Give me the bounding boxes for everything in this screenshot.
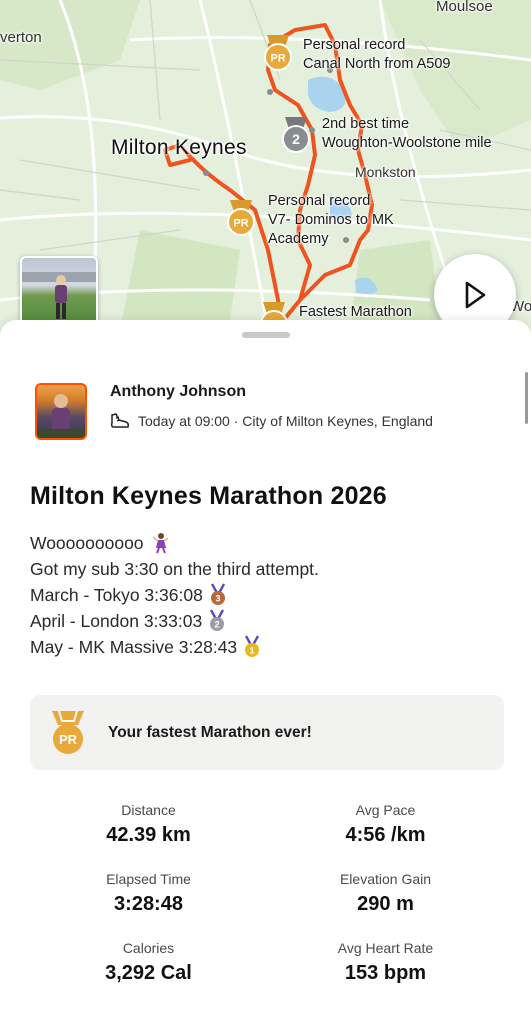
pr-medal-icon: PR xyxy=(52,710,84,754)
stat-value: 4:56 /km xyxy=(345,824,426,846)
activity-sheet[interactable]: Anthony Johnson Today at 09:00 · City of… xyxy=(0,320,531,1024)
svg-text:1: 1 xyxy=(250,646,255,656)
description-line: Got my sub 3:30 on the third attempt. xyxy=(30,556,319,582)
segment-name: Canal North from A509 xyxy=(303,56,451,72)
segment-title: Personal record xyxy=(303,37,406,53)
scrollbar[interactable] xyxy=(525,372,528,424)
description-text: March - Tokyo 3:36:08 xyxy=(30,585,203,605)
description-line: May - MK Massive 3:28:43 1 xyxy=(30,634,319,660)
map-label-monkston: Monkston xyxy=(355,164,416,180)
silver-medal-icon: 2 xyxy=(210,609,225,631)
gold-medal-icon: 1 xyxy=(245,635,260,657)
description-text: Got my sub 3:30 on the third attempt. xyxy=(30,559,319,579)
shoe-icon xyxy=(110,413,129,428)
segment-name: V7- Dominos to MK xyxy=(268,212,394,228)
description-text: April - London 3:33:03 xyxy=(30,611,203,631)
map-label-milton-keynes: Milton Keynes xyxy=(111,136,247,159)
activity-description: Woooooooooo Got my sub 3:30 on the third… xyxy=(30,530,319,660)
segment-name-cont: Academy xyxy=(268,231,329,247)
pr-medal-icon[interactable]: PR xyxy=(263,33,293,73)
stat-avg-heart-rate: Avg Heart Rate 153 bpm xyxy=(267,940,504,985)
stat-label: Elapsed Time xyxy=(106,871,191,887)
map-label-moulsoe: Moulsoe xyxy=(436,0,493,15)
stat-label: Avg Heart Rate xyxy=(337,940,434,956)
achievement-text: Your fastest Marathon ever! xyxy=(108,723,312,741)
stat-elevation-gain: Elevation Gain 290 m xyxy=(267,871,504,916)
segment-label-woughton[interactable]: 2nd best time Woughton-Woolstone mile xyxy=(322,115,492,153)
stat-label: Avg Pace xyxy=(355,802,416,818)
runner-photo xyxy=(22,272,96,319)
description-line: April - London 3:33:03 2 xyxy=(30,608,319,634)
stats-grid: Distance 42.39 km Avg Pace 4:56 /km Elap… xyxy=(30,802,504,985)
stat-value: 42.39 km xyxy=(106,824,191,846)
svg-text:PR: PR xyxy=(233,218,248,230)
svg-text:2: 2 xyxy=(292,131,300,147)
sheet-grabber-handle[interactable] xyxy=(242,332,290,338)
segment-label-canal-north[interactable]: Personal record Canal North from A509 xyxy=(303,36,451,74)
stat-distance: Distance 42.39 km xyxy=(30,802,267,847)
segment-label-v7[interactable]: Personal record V7- Dominos to MK Academ… xyxy=(268,192,394,249)
achievement-card[interactable]: PR Your fastest Marathon ever! xyxy=(30,695,504,770)
route-map[interactable]: Moulsoe verton Milton Keynes Monkston Wo… xyxy=(0,0,531,340)
bronze-medal-icon: 3 xyxy=(210,583,225,605)
stat-label: Elevation Gain xyxy=(339,871,432,887)
play-icon xyxy=(465,281,486,309)
silver-medal-icon[interactable]: 2 xyxy=(281,115,311,155)
stat-avg-pace: Avg Pace 4:56 /km xyxy=(267,802,504,847)
description-text: May - MK Massive 3:28:43 xyxy=(30,637,238,657)
activity-title: Milton Keynes Marathon 2026 xyxy=(30,482,387,510)
athlete-avatar[interactable] xyxy=(35,383,87,440)
segment-title: Personal record xyxy=(268,193,371,209)
segment-name: Woughton-Woolstone mile xyxy=(322,135,492,151)
stat-label: Calories xyxy=(122,940,175,956)
activity-time-location: Today at 09:00 · City of Milton Keynes, … xyxy=(138,413,433,429)
stat-value: 290 m xyxy=(357,893,414,915)
map-label-overton: verton xyxy=(0,29,42,46)
pr-medal-icon[interactable]: PR xyxy=(226,198,256,238)
athlete-name[interactable]: Anthony Johnson xyxy=(110,383,246,401)
dancer-emoji-icon xyxy=(152,533,169,554)
description-line: March - Tokyo 3:36:08 3 xyxy=(30,582,319,608)
stat-label: Distance xyxy=(121,802,176,818)
description-line: Woooooooooo xyxy=(30,530,319,556)
description-text: Woooooooooo xyxy=(30,533,144,553)
activity-photo-thumbnail[interactable] xyxy=(20,256,98,328)
segment-title: 2nd best time xyxy=(322,116,410,132)
stat-value: 3:28:48 xyxy=(114,893,183,915)
svg-text:PR: PR xyxy=(270,53,285,65)
avatar-image xyxy=(37,394,85,438)
activity-meta: Today at 09:00 · City of Milton Keynes, … xyxy=(110,412,433,430)
stat-calories: Calories 3,292 Cal xyxy=(30,940,267,985)
svg-text:2: 2 xyxy=(215,620,220,630)
stat-value: 3,292 Cal xyxy=(105,962,192,984)
stat-value: 153 bpm xyxy=(344,962,427,984)
svg-text:PR: PR xyxy=(59,732,78,747)
stat-elapsed-time: Elapsed Time 3:28:48 xyxy=(30,871,267,916)
svg-text:3: 3 xyxy=(215,594,220,604)
